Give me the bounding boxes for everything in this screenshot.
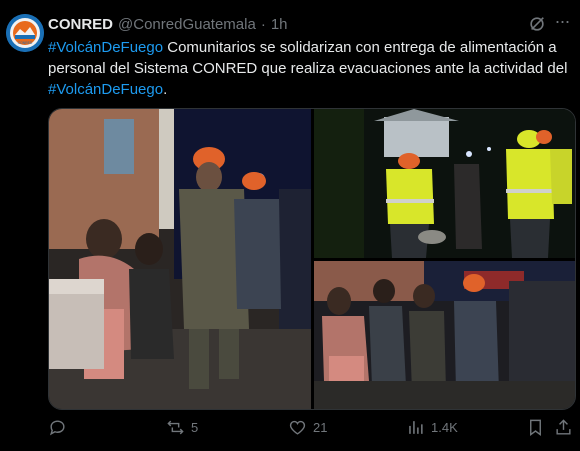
repost-count: 5	[191, 419, 199, 435]
bookmark-button[interactable]	[526, 418, 545, 437]
tweet-end: .	[163, 81, 168, 98]
reply-icon	[49, 419, 65, 435]
more-options-icon[interactable]: ···	[552, 12, 572, 34]
like-button[interactable]: 21	[288, 418, 327, 437]
heart-icon	[289, 420, 306, 435]
tweet-header: CONRED @ConredGuatemala · 1h	[48, 14, 288, 34]
tweet-text: #VolcánDeFuego Comunitarios se solidariz…	[48, 37, 574, 100]
photo-1[interactable]	[49, 109, 311, 409]
reply-button[interactable]	[48, 418, 73, 437]
hashtag-link[interactable]: #VolcánDeFuego	[48, 39, 163, 56]
conred-logo-icon: CONRED	[6, 14, 44, 52]
views-count: 1.4K	[431, 419, 458, 435]
tweet-time[interactable]: 1h	[271, 16, 288, 33]
media-grid	[48, 108, 576, 410]
avatar[interactable]: CONRED	[6, 14, 44, 52]
photo-3[interactable]	[314, 261, 575, 409]
repost-icon	[167, 420, 184, 434]
hashtag-link[interactable]: #VolcánDeFuego	[48, 81, 163, 98]
photo-2[interactable]	[314, 109, 575, 258]
grok-icon[interactable]	[528, 15, 546, 33]
separator-dot: ·	[260, 15, 266, 33]
bookmark-icon	[530, 419, 541, 436]
share-icon	[556, 418, 571, 435]
action-bar: 5 21 1.4K	[48, 415, 574, 439]
author-name[interactable]: CONRED	[48, 16, 113, 33]
views-icon	[409, 420, 423, 434]
repost-button[interactable]: 5	[166, 418, 198, 437]
share-button[interactable]	[554, 418, 573, 437]
avatar-logo-text: CONRED	[18, 41, 33, 45]
like-count: 21	[313, 419, 328, 435]
views-button[interactable]: 1.4K	[406, 418, 458, 437]
author-handle[interactable]: @ConredGuatemala	[118, 16, 256, 33]
